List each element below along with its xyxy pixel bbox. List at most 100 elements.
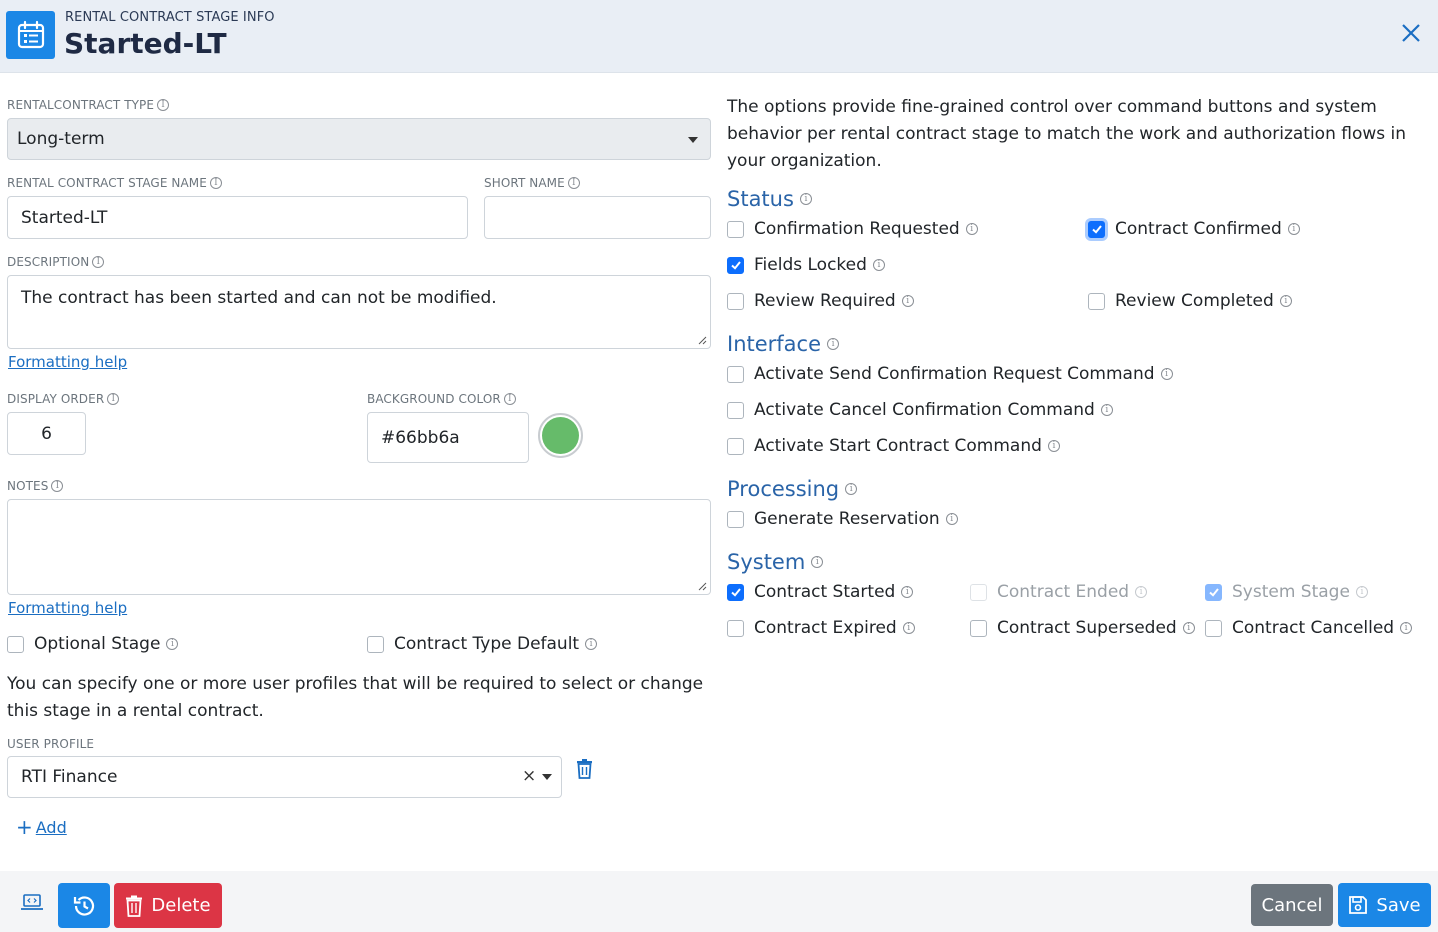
dialog-footer: Delete Cancel Save (0, 871, 1438, 932)
checkbox-box[interactable] (727, 437, 744, 455)
short-name-input[interactable] (484, 196, 711, 239)
contract-type-label-text: RENTALCONTRACT TYPE (7, 98, 155, 112)
info-icon: i (901, 586, 914, 598)
checkbox-box[interactable] (727, 256, 744, 274)
user-profile-label: USER PROFILE (7, 737, 94, 751)
info-icon: i (92, 256, 105, 268)
description-label-text: DESCRIPTION (7, 255, 90, 269)
generate-reservation-label: Generate Reservation (754, 509, 940, 529)
dialog-kicker: RENTAL CONTRACT STAGE INFO (65, 10, 275, 25)
notes-textarea[interactable] (7, 499, 711, 595)
resize-handle-icon[interactable] (697, 335, 707, 345)
review-required-checkbox[interactable]: Review Required i (727, 291, 914, 311)
display-order-input[interactable]: 6 (7, 412, 86, 455)
formatting-help-link[interactable]: Formatting help (8, 599, 127, 617)
clear-selection-icon[interactable]: × (522, 766, 536, 786)
contract-cancelled-checkbox[interactable]: Contract Cancelled i (1205, 618, 1413, 638)
checkbox-box[interactable] (1088, 220, 1105, 238)
delete-profile-button[interactable] (575, 759, 594, 783)
interface-section-title: Interface i (727, 332, 840, 356)
info-icon: i (503, 393, 516, 405)
stage-name-label: RENTAL CONTRACT STAGE NAME i (7, 176, 222, 190)
contract-type-default-label: Contract Type Default (394, 634, 580, 654)
add-profile-link[interactable]: + Add (16, 817, 67, 837)
cancel-confirmation-command-label: Activate Cancel Confirmation Command (754, 400, 1095, 420)
contract-superseded-checkbox[interactable]: Contract Superseded i (970, 618, 1195, 638)
cancel-button[interactable]: Cancel (1251, 884, 1333, 926)
status-section-title-text: Status (727, 187, 794, 211)
optional-stage-checkbox[interactable]: Optional Stage i (7, 634, 179, 654)
color-swatch[interactable] (538, 413, 583, 458)
checkbox-box[interactable] (727, 583, 744, 601)
stage-name-value: Started-LT (21, 207, 108, 228)
options-intro-text: The options provide fine-grained control… (727, 97, 1407, 171)
confirmation-requested-label: Confirmation Requested (754, 219, 960, 239)
contract-started-checkbox[interactable]: Contract Started i (727, 582, 914, 602)
background-color-input[interactable]: #66bb6a (367, 412, 529, 463)
formatting-help-link[interactable]: Formatting help (8, 353, 127, 371)
add-label: Add (35, 817, 67, 837)
short-name-label: SHORT NAME i (484, 176, 580, 190)
stage-name-label-text: RENTAL CONTRACT STAGE NAME (7, 176, 207, 190)
background-color-value: #66bb6a (381, 427, 460, 448)
dialog-header: RENTAL CONTRACT STAGE INFO Started-LT (0, 0, 1438, 73)
description-textarea[interactable]: The contract has been started and can no… (7, 275, 711, 349)
fields-locked-checkbox[interactable]: Fields Locked i (727, 255, 885, 275)
system-stage-label: System Stage (1232, 582, 1350, 602)
checkbox-box[interactable] (367, 635, 384, 653)
checkbox-box[interactable] (1205, 619, 1222, 637)
processing-section-title-text: Processing (727, 477, 840, 501)
checkbox-box[interactable] (1088, 292, 1105, 310)
user-profile-select[interactable]: RTI Finance × (7, 756, 562, 798)
code-view-button[interactable] (20, 893, 44, 917)
checkbox-box[interactable] (727, 292, 744, 310)
confirmation-requested-checkbox[interactable]: Confirmation Requested i (727, 219, 978, 239)
notes-label-text: NOTES (7, 479, 49, 493)
cancel-confirmation-command-checkbox[interactable]: Activate Cancel Confirmation Command i (727, 400, 1113, 420)
color-swatch-fill (542, 417, 579, 454)
optional-stage-label: Optional Stage (34, 634, 161, 654)
system-section-title: System i (727, 550, 824, 574)
background-color-label-text: BACKGROUND COLOR (367, 392, 501, 406)
checkbox-box[interactable] (7, 635, 24, 653)
send-confirmation-command-checkbox[interactable]: Activate Send Confirmation Request Comma… (727, 364, 1173, 384)
checkbox-box[interactable] (727, 365, 744, 383)
stage-name-input[interactable]: Started-LT (7, 196, 468, 239)
close-button[interactable] (1398, 20, 1424, 46)
info-icon: i (945, 513, 958, 525)
checkmark-icon (1208, 588, 1219, 597)
background-color-label: BACKGROUND COLOR i (367, 392, 516, 406)
short-name-label-text: SHORT NAME (484, 176, 565, 190)
checkbox-box[interactable] (727, 220, 744, 238)
save-button[interactable]: Save (1338, 883, 1431, 927)
contract-confirmed-checkbox[interactable]: Contract Confirmed i (1088, 219, 1300, 239)
generate-reservation-checkbox[interactable]: Generate Reservation i (727, 509, 958, 529)
display-order-label-text: DISPLAY ORDER (7, 392, 105, 406)
info-icon: i (1047, 440, 1060, 452)
contract-expired-checkbox[interactable]: Contract Expired i (727, 618, 915, 638)
display-order-value: 6 (41, 423, 52, 444)
info-icon: i (1287, 223, 1300, 235)
checkbox-box[interactable] (727, 401, 744, 419)
info-icon: i (1355, 586, 1368, 598)
plus-icon: + (16, 815, 33, 839)
display-order-label: DISPLAY ORDER i (7, 392, 120, 406)
contract-type-default-checkbox[interactable]: Contract Type Default i (367, 634, 598, 654)
history-button[interactable] (58, 883, 110, 928)
checkbox-box[interactable] (727, 510, 744, 528)
info-icon: i (567, 177, 580, 189)
description-value: The contract has been started and can no… (21, 288, 497, 308)
system-stage-checkbox: System Stage i (1205, 582, 1368, 602)
review-completed-checkbox[interactable]: Review Completed i (1088, 291, 1292, 311)
checkbox-box[interactable] (970, 619, 987, 637)
contract-confirmed-label: Contract Confirmed (1115, 219, 1282, 239)
resize-handle-icon[interactable] (697, 581, 707, 591)
user-profile-label-text: USER PROFILE (7, 737, 95, 751)
start-contract-command-checkbox[interactable]: Activate Start Contract Command i (727, 436, 1060, 456)
contract-type-select[interactable]: Long-term (7, 118, 711, 160)
chevron-down-icon[interactable] (542, 774, 552, 780)
delete-button[interactable]: Delete (114, 883, 222, 928)
user-profile-value: RTI Finance (21, 767, 118, 787)
checkbox-box[interactable] (727, 619, 744, 637)
laptop-code-icon (21, 894, 43, 910)
